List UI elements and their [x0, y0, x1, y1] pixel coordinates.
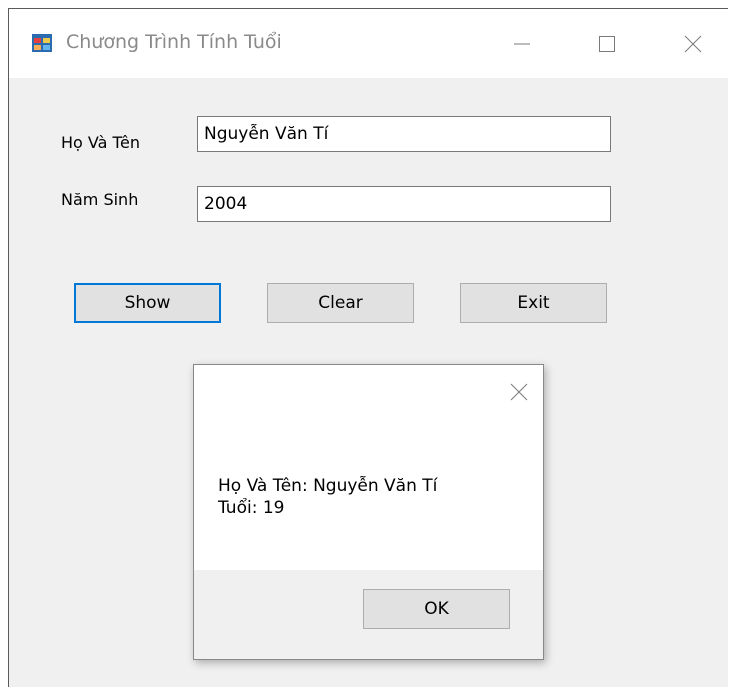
birth-year-label: Năm Sinh — [61, 190, 139, 209]
close-icon — [510, 383, 528, 401]
close-button[interactable] — [663, 9, 723, 78]
show-button[interactable]: Show — [74, 283, 221, 323]
main-window: Chương Trình Tính Tuổi Họ Và Tên Nguyễn … — [8, 8, 728, 687]
name-input[interactable]: Nguyễn Văn Tí — [197, 116, 611, 152]
message-box-footer: OK — [194, 570, 543, 659]
message-line-name: Họ Và Tên: Nguyễn Văn Tí — [218, 476, 438, 496]
minimize-button[interactable] — [492, 9, 552, 78]
maximize-button[interactable] — [577, 9, 637, 78]
message-box-dialog: Họ Và Tên: Nguyễn Văn Tí Tuổi: 19 OK — [193, 364, 544, 660]
birth-year-input[interactable]: 2004 — [197, 186, 611, 222]
maximize-icon — [599, 35, 615, 52]
ok-button[interactable]: OK — [363, 589, 510, 629]
windows-form-icon — [32, 34, 52, 52]
message-box-close-button[interactable] — [509, 382, 529, 402]
minimize-icon — [514, 43, 530, 44]
close-icon — [684, 35, 702, 52]
message-text: Họ Và Tên: Nguyễn Văn Tí Tuổi: 19 — [218, 475, 437, 519]
message-line-age: Tuổi: 19 — [218, 498, 285, 518]
title-bar[interactable]: Chương Trình Tính Tuổi — [9, 9, 728, 78]
name-label: Họ Và Tên — [61, 133, 141, 152]
clear-button[interactable]: Clear — [267, 283, 414, 323]
window-title: Chương Trình Tính Tuổi — [66, 31, 282, 53]
exit-button[interactable]: Exit — [460, 283, 607, 323]
